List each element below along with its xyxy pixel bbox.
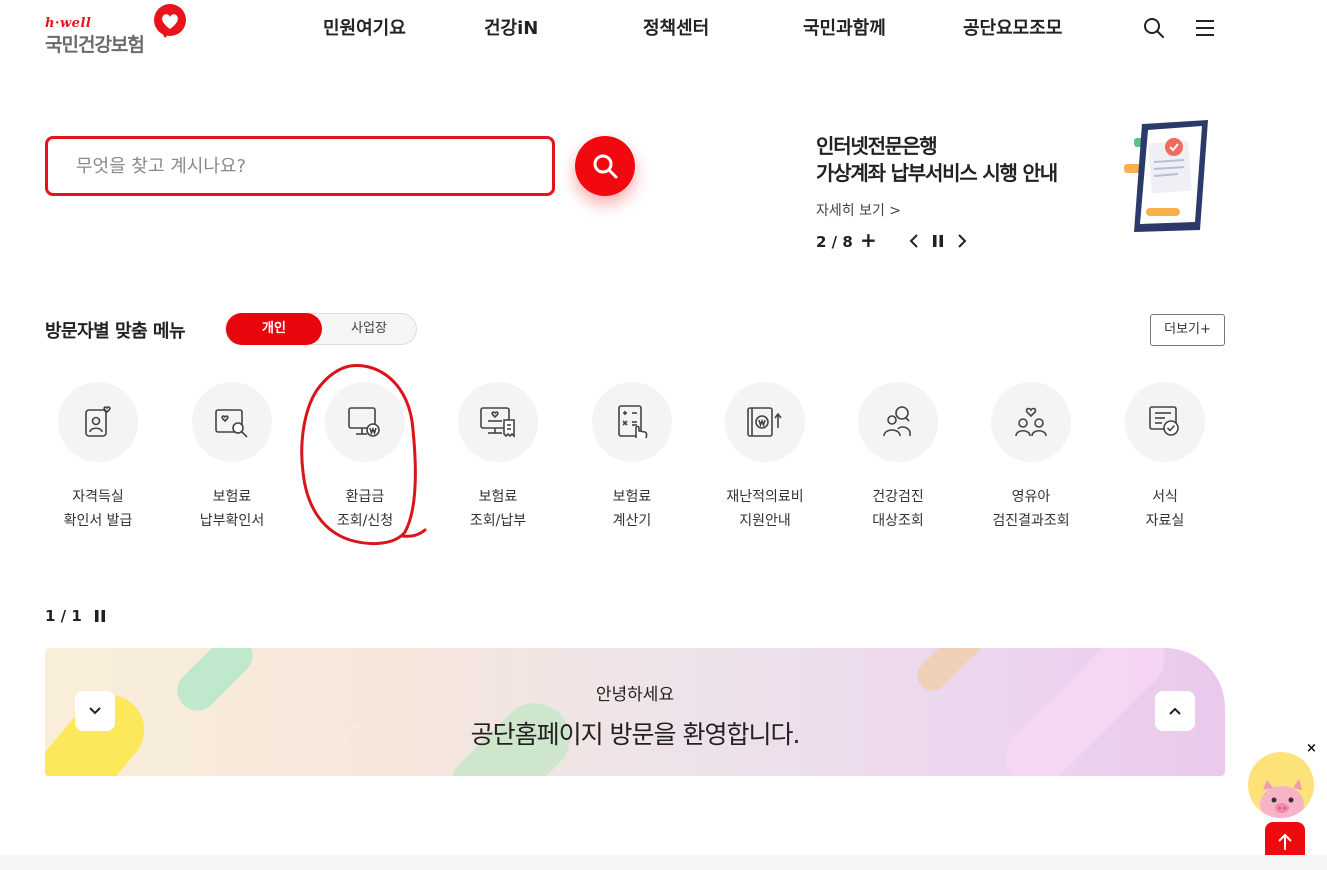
banner-collapse-button[interactable] bbox=[1155, 691, 1195, 731]
menu-label: 건강검진 대상조회 bbox=[828, 485, 968, 533]
welcome-banner: 안녕하세요 공단홈페이지 방문을 환영합니다. bbox=[45, 648, 1225, 776]
menu-icon-circle bbox=[858, 382, 938, 462]
menu-icon-circle bbox=[592, 382, 672, 462]
chevron-up-icon bbox=[1169, 707, 1181, 715]
banner-expand-button[interactable] bbox=[75, 691, 115, 731]
menu-label-line1: 서식 bbox=[1152, 489, 1178, 505]
promo-title[interactable]: 인터넷전문은행 가상계좌 납부서비스 시행 안내 bbox=[816, 133, 1058, 187]
arrow-up-icon bbox=[1278, 833, 1292, 850]
menu-label: 보험료 납부확인서 bbox=[162, 485, 302, 533]
menu-label: 서식 자료실 bbox=[1095, 485, 1235, 533]
menu-item-premium-calculator[interactable]: 보험료 계산기 bbox=[562, 382, 702, 542]
mascot-chatbot-button[interactable] bbox=[1248, 752, 1314, 818]
pause-icon[interactable] bbox=[929, 231, 947, 251]
menu-icon-circle bbox=[1125, 382, 1205, 462]
menu-icon-circle bbox=[192, 382, 272, 462]
menu-label: 보험료 조회/납부 bbox=[428, 485, 568, 533]
chevron-right-icon[interactable] bbox=[953, 231, 971, 251]
menu-item-checkup-target[interactable]: 건강검진 대상조회 bbox=[828, 382, 968, 542]
nav-item-together[interactable]: 국민과함께 bbox=[803, 14, 886, 40]
phone-illustration-icon bbox=[1124, 120, 1208, 232]
menu-label-line1: 자격득실 bbox=[72, 489, 124, 505]
banner-welcome: 공단홈페이지 방문을 환영합니다. bbox=[470, 720, 801, 749]
menu-icon-circle bbox=[458, 382, 538, 462]
people-search-icon bbox=[883, 406, 911, 437]
menu-label-line2: 검진결과조회 bbox=[992, 513, 1070, 529]
visitor-menu-title: 방문자별 맞춤 메뉴 bbox=[45, 321, 186, 342]
menu-label-line1: 보험료 bbox=[212, 489, 252, 505]
menu-label-line2: 대상조회 bbox=[872, 513, 924, 529]
menu-item-catastrophic-medical[interactable]: 재난적의료비 지원안내 bbox=[695, 382, 835, 542]
banner-greeting: 안녕하세요 bbox=[595, 685, 675, 705]
visitor-type-toggle: 개인 사업장 bbox=[225, 313, 417, 345]
menu-label-line1: 건강검진 bbox=[872, 489, 924, 505]
pig-mascot-icon bbox=[1260, 779, 1304, 818]
tab-business[interactable]: 사업장 bbox=[322, 314, 416, 344]
menu-label-line2: 계산기 bbox=[612, 513, 652, 529]
hamburger-menu-icon[interactable] bbox=[1193, 16, 1217, 40]
menu-item-forms-library[interactable]: 서식 자료실 bbox=[1095, 382, 1235, 542]
menu-label-line1: 보험료 bbox=[478, 489, 518, 505]
nav-item-minwon[interactable]: 민원여기요 bbox=[323, 14, 406, 40]
menu-label-line2: 자료실 bbox=[1145, 513, 1185, 529]
calculator-hand-icon bbox=[618, 405, 648, 439]
nav-item-about[interactable]: 공단요모조모 bbox=[963, 14, 1062, 40]
pause-icon[interactable] bbox=[93, 608, 107, 624]
menu-item-refund[interactable]: 환급금 조회/신청 bbox=[295, 382, 435, 542]
chevron-left-icon[interactable] bbox=[905, 231, 923, 251]
search-input[interactable] bbox=[76, 153, 516, 179]
menu-icon-circle bbox=[58, 382, 138, 462]
book-won-up-icon bbox=[747, 407, 782, 437]
menu-label-line2: 조회/납부 bbox=[469, 513, 527, 529]
menu-label-line1: 환급금 bbox=[345, 489, 385, 505]
search-button-icon bbox=[593, 154, 618, 179]
search-box bbox=[45, 136, 555, 196]
site-logo[interactable]: h·well 국민건강보험 bbox=[45, 4, 190, 56]
menu-label-line1: 재난적의료비 bbox=[726, 489, 804, 505]
menu-item-premium-inquiry[interactable]: 보험료 조회/납부 bbox=[428, 382, 568, 542]
menu-label-line1: 영유아 bbox=[1011, 489, 1051, 505]
chevron-down-icon bbox=[89, 707, 101, 715]
menu-icon-circle bbox=[325, 382, 405, 462]
logo-title: 국민건강보험 bbox=[45, 34, 145, 56]
nav-item-policy[interactable]: 정책센터 bbox=[643, 14, 709, 40]
document-search-icon bbox=[215, 409, 248, 438]
menu-icon-circle bbox=[991, 382, 1071, 462]
form-check-icon bbox=[1149, 406, 1179, 436]
promo-pager: 2 / 8 bbox=[816, 233, 853, 251]
tab-personal[interactable]: 개인 bbox=[226, 313, 322, 345]
menu-item-qualification-cert[interactable]: 자격득실 확인서 발급 bbox=[28, 382, 168, 542]
menu-label: 자격득실 확인서 발급 bbox=[28, 485, 168, 533]
promo-title-line1: 인터넷전문은행 bbox=[816, 134, 938, 158]
menu-label-line2: 납부확인서 bbox=[199, 513, 265, 529]
promo-plus-icon[interactable]: + bbox=[860, 230, 878, 251]
mascot-close-icon[interactable]: × bbox=[1306, 741, 1320, 757]
footer-strip bbox=[0, 855, 1327, 870]
menu-label: 영유아 검진결과조회 bbox=[961, 485, 1101, 533]
menu-item-premium-receipt[interactable]: 보험료 납부확인서 bbox=[162, 382, 302, 542]
monitor-won-icon bbox=[348, 407, 380, 437]
logo-subtitle: h·well bbox=[45, 16, 92, 31]
family-heart-icon bbox=[1015, 407, 1047, 437]
promo-more-link[interactable]: 자세히 보기 > bbox=[816, 200, 901, 220]
banner-decoration bbox=[993, 648, 1177, 776]
more-button[interactable]: 더보기+ bbox=[1150, 314, 1225, 346]
id-card-heart-icon bbox=[85, 406, 111, 437]
menu-icon-circle bbox=[725, 382, 805, 462]
menu-label: 환급금 조회/신청 bbox=[295, 485, 435, 533]
menu-pager: 1 / 1 bbox=[45, 607, 82, 625]
search-button[interactable] bbox=[575, 136, 635, 196]
menu-label-line1: 보험료 bbox=[612, 489, 652, 505]
menu-label-line2: 지원안내 bbox=[739, 513, 791, 529]
promo-title-line2: 가상계좌 납부서비스 시행 안내 bbox=[816, 161, 1058, 185]
menu-label-line2: 조회/신청 bbox=[336, 513, 394, 529]
nav-item-health-in[interactable]: 건강iN bbox=[484, 14, 538, 40]
heart-logo-icon bbox=[154, 4, 186, 38]
menu-label: 재난적의료비 지원안내 bbox=[695, 485, 835, 533]
monitor-receipt-icon bbox=[480, 407, 515, 438]
menu-label-line2: 확인서 발급 bbox=[63, 513, 133, 529]
search-icon[interactable] bbox=[1142, 16, 1166, 40]
menu-item-infant-checkup[interactable]: 영유아 검진결과조회 bbox=[961, 382, 1101, 542]
menu-label: 보험료 계산기 bbox=[562, 485, 702, 533]
